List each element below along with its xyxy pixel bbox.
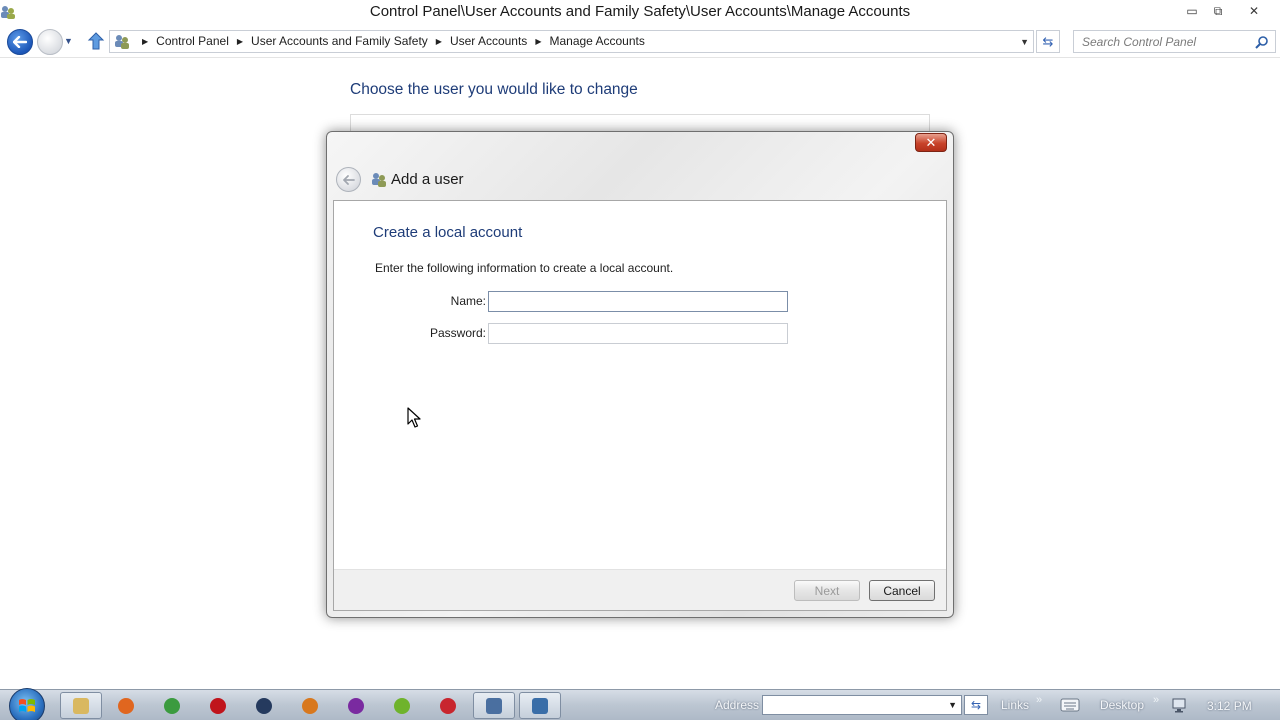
taskbar-button-chrome[interactable]	[151, 692, 193, 719]
back-arrow-icon	[13, 36, 27, 48]
window-titlebar: Control Panel\User Accounts and Family S…	[0, 0, 1280, 26]
password-label: Password:	[429, 326, 486, 340]
opera-icon	[440, 697, 456, 714]
breadcrumb-control-panel[interactable]: Control Panel	[156, 34, 229, 48]
page-title: Choose the user you would like to change	[350, 81, 638, 98]
chrome-icon	[164, 697, 180, 714]
breadcrumb-user-accounts-family-safety[interactable]: User Accounts and Family Safety	[251, 34, 428, 48]
breadcrumb-separator-icon[interactable]: ▶	[142, 37, 148, 46]
breadcrumb-separator-icon[interactable]: ▶	[436, 37, 442, 46]
maximize-button[interactable]: ⧉	[1206, 2, 1230, 20]
dialog-close-button[interactable]: ✕	[915, 133, 947, 152]
taskbar-address-input[interactable]: ▼	[762, 695, 962, 715]
taskbar-button-firefox[interactable]	[105, 692, 147, 719]
taskbar-button-green-app[interactable]	[381, 692, 423, 719]
window-title: Control Panel\User Accounts and Family S…	[369, 3, 911, 20]
control-panel-icon	[115, 35, 129, 49]
green-app-icon	[394, 697, 410, 714]
system-clock[interactable]: 3:12 PM	[1207, 699, 1252, 713]
address-dropdown-icon[interactable]: ▼	[948, 700, 957, 710]
address-toolbar-label: Address	[715, 698, 760, 712]
links-chevron-icon[interactable]: »	[1036, 694, 1042, 706]
refresh-icon: ⇆	[1042, 33, 1054, 49]
dialog-title: Add a user	[391, 171, 464, 188]
search-box[interactable]: Search Control Panel	[1073, 30, 1276, 53]
search-tool-icon	[302, 697, 318, 714]
taskbar-button-opera[interactable]	[427, 692, 469, 719]
taskbar-button-onenote[interactable]	[335, 692, 377, 719]
windows-logo-icon	[19, 699, 35, 712]
cancel-button[interactable]: Cancel	[869, 580, 935, 601]
windows-explorer-icon	[73, 697, 89, 714]
back-arrow-icon	[342, 174, 355, 185]
onenote-icon	[348, 697, 364, 714]
search-input[interactable]: Search Control Panel	[1082, 35, 1196, 49]
network-icon[interactable]	[1171, 697, 1189, 713]
refresh-button[interactable]: ⇆	[1036, 30, 1060, 53]
recent-pages-dropdown-icon[interactable]: ▼	[64, 36, 73, 46]
mouse-cursor-icon	[407, 407, 421, 428]
keyboard-icon[interactable]	[1060, 698, 1080, 712]
user-accounts-icon	[486, 697, 502, 714]
desktop-toolbar-label[interactable]: Desktop	[1100, 698, 1144, 712]
restore-icon: ⧉	[1213, 3, 1223, 18]
search-icon[interactable]	[1255, 35, 1269, 49]
user-accounts-icon	[372, 173, 386, 187]
links-toolbar-label[interactable]: Links	[1001, 698, 1029, 712]
desktop-chevron-icon[interactable]: »	[1153, 694, 1159, 706]
taskbar: Address ▼ ⇆ Links » Desktop » 3:12 PM	[0, 688, 1280, 720]
close-icon: ✕	[1248, 4, 1260, 18]
taskbar-button-steam[interactable]	[243, 692, 285, 719]
breadcrumb-separator-icon[interactable]: ▶	[535, 37, 541, 46]
name-field[interactable]	[488, 291, 788, 312]
remote-desktop-icon	[532, 697, 548, 714]
breadcrumb: ▶ Control Panel ▶ User Accounts and Fami…	[134, 34, 645, 48]
back-button[interactable]	[7, 29, 33, 55]
steam-icon	[256, 697, 272, 714]
address-go-button[interactable]: ⇆	[964, 695, 988, 715]
address-dropdown-icon[interactable]: ▼	[1020, 37, 1029, 47]
taskbar-button-remote-desktop[interactable]	[519, 692, 561, 719]
next-button[interactable]: Next	[794, 580, 860, 601]
password-field[interactable]	[488, 323, 788, 344]
name-label: Name:	[450, 294, 486, 308]
minimize-button[interactable]: ▭	[1180, 2, 1204, 20]
taskbar-button-user-accounts[interactable]	[473, 692, 515, 719]
firefox-icon	[118, 697, 134, 714]
red-app-icon	[210, 697, 226, 714]
address-bar[interactable]: ▶ Control Panel ▶ User Accounts and Fami…	[109, 30, 1034, 53]
close-button[interactable]: ✕	[1242, 2, 1266, 20]
up-arrow-icon[interactable]	[87, 31, 105, 51]
start-button[interactable]	[9, 688, 45, 720]
go-icon: ⇆	[970, 698, 982, 712]
forward-button[interactable]	[37, 29, 63, 55]
breadcrumb-manage-accounts[interactable]: Manage Accounts	[549, 34, 644, 48]
breadcrumb-separator-icon[interactable]: ▶	[237, 37, 243, 46]
minimize-icon: ▭	[1186, 4, 1198, 18]
taskbar-button-search-tool[interactable]	[289, 692, 331, 719]
breadcrumb-user-accounts[interactable]: User Accounts	[450, 34, 527, 48]
dialog-back-button[interactable]	[336, 167, 361, 192]
add-user-dialog: ✕ Add a user Create a local account Ente…	[326, 131, 954, 618]
section-title: Create a local account	[373, 224, 523, 241]
dialog-footer: Next Cancel	[334, 569, 946, 610]
instructions-text: Enter the following information to creat…	[375, 261, 674, 275]
navigation-bar: ▼ ▶ Control Panel ▶ User Accounts and Fa…	[0, 26, 1280, 58]
taskbar-button-windows-explorer[interactable]	[60, 692, 102, 719]
dialog-body: Create a local account Enter the followi…	[333, 200, 947, 611]
taskbar-button-red-app[interactable]	[197, 692, 239, 719]
close-icon: ✕	[925, 134, 937, 150]
